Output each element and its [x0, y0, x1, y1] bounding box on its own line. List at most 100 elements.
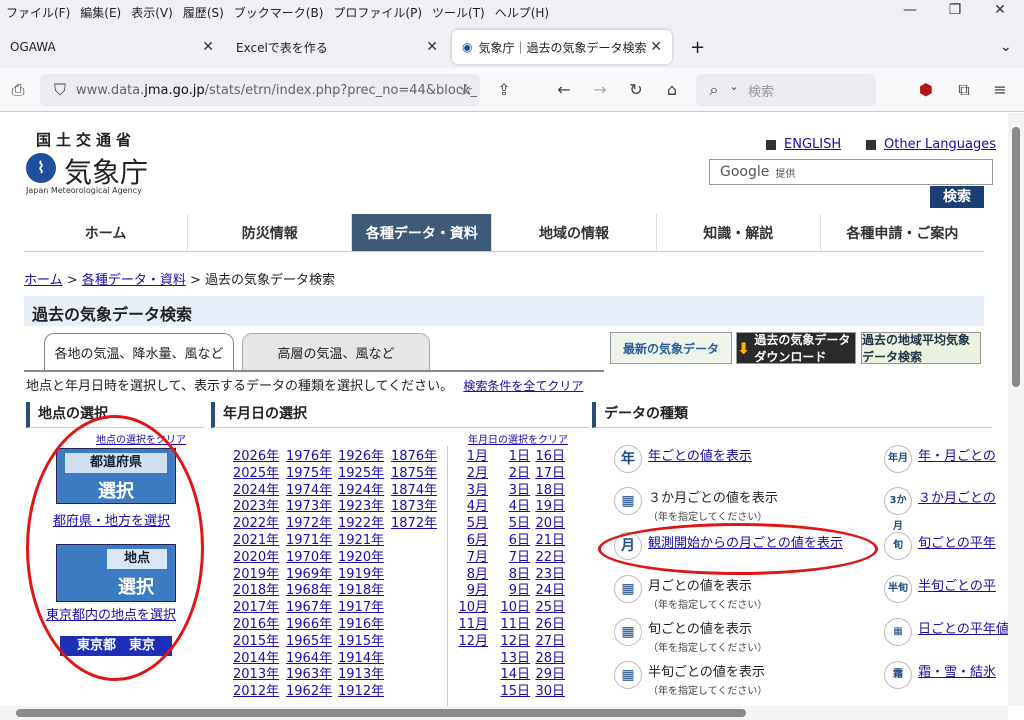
menu-bookmarks[interactable]: ブックマーク(B): [234, 4, 324, 21]
menu-tools[interactable]: ツール(T): [432, 4, 485, 21]
day-link[interactable]: 1日: [498, 449, 530, 466]
year-link[interactable]: 1967年: [286, 600, 334, 617]
year-link[interactable]: 1973年: [286, 499, 334, 516]
day-link[interactable]: 15日: [498, 684, 530, 701]
nav-region[interactable]: 地域の情報: [492, 214, 657, 251]
day-link[interactable]: 10日: [498, 600, 530, 617]
year-link[interactable]: 1976年: [286, 449, 334, 466]
year-link[interactable]: 1971年: [286, 533, 334, 550]
month-link[interactable]: 8月: [458, 567, 488, 584]
breadcrumb-home[interactable]: ホーム: [24, 273, 63, 288]
day-link[interactable]: 27日: [533, 634, 565, 651]
tab-upper-air[interactable]: 高層の気温、風など: [242, 333, 430, 371]
month-link[interactable]: 10月: [458, 600, 488, 617]
day-link[interactable]: 13日: [498, 651, 530, 668]
day-link[interactable]: 23日: [533, 567, 565, 584]
home-icon[interactable]: ⌂: [660, 80, 684, 99]
nav-home[interactable]: ホーム: [24, 214, 189, 251]
day-link[interactable]: 4日: [498, 499, 530, 516]
site-search-button[interactable]: 検索: [930, 186, 984, 208]
new-tab-icon[interactable]: +: [680, 30, 715, 64]
nav-disaster[interactable]: 防災情報: [188, 214, 353, 251]
year-link[interactable]: 1912年: [338, 684, 386, 701]
year-link[interactable]: 1968年: [286, 583, 334, 600]
year-link[interactable]: 1962年: [286, 684, 334, 701]
month-link[interactable]: 4月: [458, 499, 488, 516]
reload-icon[interactable]: ↻: [624, 80, 648, 99]
day-link[interactable]: 12日: [498, 634, 530, 651]
day-link[interactable]: 22日: [533, 550, 565, 567]
nav-knowledge[interactable]: 知識・解説: [657, 214, 821, 251]
menu-view[interactable]: 表示(V): [131, 4, 173, 21]
close-window-icon[interactable]: ✕: [990, 2, 1010, 18]
agency-name[interactable]: 気象庁: [64, 151, 148, 191]
year-link[interactable]: 2026年: [233, 449, 281, 466]
datatype-item[interactable]: 年月 年・月ごとの: [884, 445, 996, 473]
year-link[interactable]: 2017年: [233, 600, 281, 617]
tab-list-chevron-icon[interactable]: ⌄: [990, 30, 1022, 64]
regional-average-banner[interactable]: 過去の地域平均気象データ検索: [861, 332, 981, 364]
minimize-icon[interactable]: —: [900, 2, 920, 18]
browser-search-input[interactable]: ⌕ ⌄ 検索: [696, 74, 876, 106]
year-link[interactable]: 1963年: [286, 667, 334, 684]
forward-arrow-icon[interactable]: →: [588, 80, 612, 99]
day-link[interactable]: 26日: [533, 617, 565, 634]
datatype-item[interactable]: 年年ごとの値を表示: [614, 445, 752, 473]
day-link[interactable]: 16日: [533, 449, 565, 466]
menu-profiles[interactable]: プロファイル(P): [333, 4, 422, 21]
year-link[interactable]: 2014年: [233, 651, 281, 668]
month-link[interactable]: 12月: [458, 634, 488, 651]
english-link-text[interactable]: ENGLISH: [784, 137, 841, 152]
share-icon[interactable]: ⇪: [492, 80, 516, 99]
back-arrow-icon[interactable]: ←: [552, 80, 576, 99]
datatype-link[interactable]: 旬ごとの平年: [918, 532, 996, 551]
year-link[interactable]: 1965年: [286, 634, 334, 651]
month-link[interactable]: 3月: [458, 483, 488, 500]
year-link[interactable]: 2021年: [233, 533, 281, 550]
chevron-down-icon[interactable]: ⌄: [722, 80, 746, 93]
year-link[interactable]: 1970年: [286, 550, 334, 567]
datatype-link[interactable]: ３か月ごとの: [918, 487, 996, 506]
horizontal-scrollbar[interactable]: [0, 706, 1008, 720]
day-link[interactable]: 8日: [498, 567, 530, 584]
close-tab-icon[interactable]: ✕: [426, 39, 438, 55]
scrollbar-thumb[interactable]: [1012, 127, 1020, 387]
datatype-item[interactable]: 霜霜・雪・結氷: [884, 661, 996, 689]
year-link[interactable]: 1923年: [338, 499, 386, 516]
scrollbar-thumb[interactable]: [16, 709, 746, 717]
datatype-item[interactable]: 半旬 半旬ごとの平: [884, 575, 996, 603]
datatype-link[interactable]: 年ごとの値を表示: [648, 449, 752, 464]
day-link[interactable]: 9日: [498, 583, 530, 600]
jma-logo-icon[interactable]: ⌇: [26, 153, 56, 183]
day-link[interactable]: 14日: [498, 667, 530, 684]
year-link[interactable]: 2022年: [233, 516, 281, 533]
year-link[interactable]: 1918年: [338, 583, 386, 600]
year-link[interactable]: 1926年: [338, 449, 386, 466]
menu-help[interactable]: ヘルプ(H): [495, 4, 549, 21]
bookmark-star-icon[interactable]: ☆: [454, 80, 478, 99]
year-link[interactable]: 1924年: [338, 483, 386, 500]
year-link[interactable]: 1974年: [286, 483, 334, 500]
month-link[interactable]: 11月: [458, 617, 488, 634]
nav-application[interactable]: 各種申請・ご案内: [821, 214, 984, 251]
day-link[interactable]: 21日: [533, 533, 565, 550]
url-bar[interactable]: ⛉ www.data. jma.go.jp/stats/etrn/index.ph…: [40, 74, 480, 106]
day-link[interactable]: 11日: [498, 617, 530, 634]
nav-data[interactable]: 各種データ・資料: [352, 214, 493, 251]
month-link[interactable]: 9月: [458, 583, 488, 600]
year-link[interactable]: 2020年: [233, 550, 281, 567]
browser-tab-jma[interactable]: ◉ 気象庁｜過去の気象データ検索 ✕: [452, 30, 672, 64]
year-link[interactable]: 2023年: [233, 499, 281, 516]
day-link[interactable]: 30日: [533, 684, 565, 701]
month-link[interactable]: 5月: [458, 516, 488, 533]
datatype-item[interactable]: 3か月 ３か月ごとの: [884, 487, 996, 532]
year-link[interactable]: 1966年: [286, 617, 334, 634]
day-link[interactable]: 29日: [533, 667, 565, 684]
month-link[interactable]: 7月: [458, 550, 488, 567]
english-link[interactable]: ENGLISH: [766, 137, 841, 152]
datatype-link[interactable]: 半旬ごとの平: [918, 575, 996, 594]
day-link[interactable]: 25日: [533, 600, 565, 617]
year-link[interactable]: 1920年: [338, 550, 386, 567]
year-link[interactable]: 1917年: [338, 600, 386, 617]
other-languages-text[interactable]: Other Languages: [884, 137, 996, 152]
